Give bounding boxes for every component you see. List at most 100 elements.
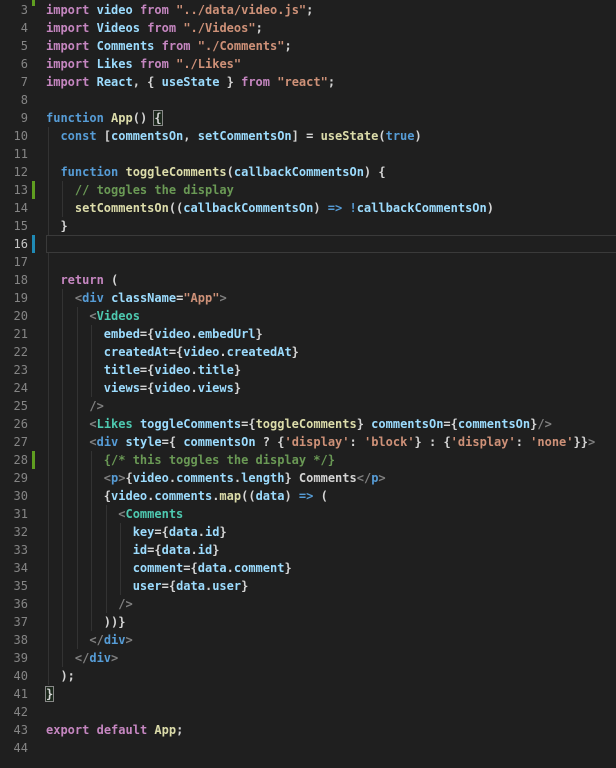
code-line[interactable]: 22 createdAt={video.createdAt} (0, 343, 616, 361)
code-token: > (111, 651, 119, 665)
line-number[interactable]: 24 (0, 379, 28, 397)
code-editor[interactable]: 3 import video from "../data/video.js"; 4 i… (0, 0, 616, 768)
code-line[interactable]: 39 </div> (0, 649, 616, 667)
code-line[interactable]: 34 comment={data.comment} (0, 559, 616, 577)
code-line[interactable]: 43 export default App; (0, 721, 616, 739)
line-number[interactable]: 16 (0, 235, 28, 253)
code-line[interactable]: 11 (0, 145, 616, 163)
line-number[interactable]: 11 (0, 145, 28, 163)
code-line[interactable]: 30 {video.comments.map((data) => ( (0, 487, 616, 505)
line-number[interactable]: 20 (0, 307, 28, 325)
code-line[interactable]: 9 function App() { (0, 109, 616, 127)
code-line[interactable]: 33 id={data.id} (0, 541, 616, 559)
code-line[interactable]: 23 title={video.title} (0, 361, 616, 379)
line-number[interactable]: 42 (0, 703, 28, 721)
line-number[interactable]: 28 (0, 451, 28, 469)
code-line[interactable]: 26 <Likes toggleComments={toggleComments… (0, 415, 616, 433)
line-number[interactable]: 25 (0, 397, 28, 415)
code-token: ; (306, 3, 314, 17)
line-number[interactable]: 36 (0, 595, 28, 613)
line-number[interactable]: 23 (0, 361, 28, 379)
line-number[interactable]: 26 (0, 415, 28, 433)
code-line[interactable]: 21 embed={video.embedUrl} (0, 325, 616, 343)
line-number[interactable]: 40 (0, 667, 28, 685)
code-token: return (60, 273, 104, 287)
code-line[interactable]: 15 } (0, 217, 616, 235)
line-number[interactable]: 4 (0, 19, 28, 37)
code-token: => (298, 489, 314, 503)
line-number[interactable]: 37 (0, 613, 28, 631)
line-number[interactable]: 31 (0, 505, 28, 523)
code-line[interactable]: 40 ); (0, 667, 616, 685)
line-number[interactable]: 44 (0, 739, 28, 757)
code-line[interactable]: 4 import Videos from "./Videos"; (0, 19, 616, 37)
line-number[interactable]: 21 (0, 325, 28, 343)
code-line-content: user={data.user} (46, 577, 249, 595)
line-number[interactable]: 6 (0, 55, 28, 73)
code-line[interactable]: 3 import video from "../data/video.js"; (0, 1, 616, 19)
line-number[interactable]: 38 (0, 631, 28, 649)
code-line[interactable]: 6 import Likes from "./Likes" (0, 55, 616, 73)
code-line[interactable]: 37 ))} (0, 613, 616, 631)
line-number[interactable]: 27 (0, 433, 28, 451)
code-line[interactable]: 38 </div> (0, 631, 616, 649)
code-line[interactable]: 17 (0, 253, 616, 271)
code-token: toggleComments (139, 417, 242, 431)
code-line[interactable]: 32 key={data.id} (0, 523, 616, 541)
code-line[interactable]: 20 <Videos (0, 307, 616, 325)
code-token: </ (356, 471, 372, 485)
code-line[interactable]: 31 <Comments (0, 505, 616, 523)
code-line[interactable]: 27 <div style={ commentsOn ? {'display':… (0, 433, 616, 451)
line-number[interactable]: 17 (0, 253, 28, 271)
code-line[interactable]: 16 (0, 235, 616, 253)
line-number[interactable]: 7 (0, 73, 28, 91)
code-line[interactable]: 35 user={data.user} (0, 577, 616, 595)
git-added-indicator (32, 451, 35, 469)
code-line[interactable]: 13 // toggles the display (0, 181, 616, 199)
line-number[interactable]: 35 (0, 577, 28, 595)
code-line[interactable]: 5 import Comments from "./Comments"; (0, 37, 616, 55)
line-number[interactable]: 19 (0, 289, 28, 307)
line-number[interactable]: 3 (0, 1, 28, 19)
line-number[interactable]: 18 (0, 271, 28, 289)
line-number[interactable]: 5 (0, 37, 28, 55)
code-line[interactable]: 8 (0, 91, 616, 109)
code-line[interactable]: 29 <p>{video.comments.length} Comments</… (0, 469, 616, 487)
code-line[interactable]: 12 function toggleComments(callbackComme… (0, 163, 616, 181)
code-token: // toggles the display (74, 183, 234, 197)
line-number[interactable]: 14 (0, 199, 28, 217)
code-line[interactable]: 24 views={video.views} (0, 379, 616, 397)
code-line[interactable]: 36 /> (0, 595, 616, 613)
line-number[interactable]: 43 (0, 721, 28, 739)
line-number[interactable]: 10 (0, 127, 28, 145)
line-number[interactable]: 41 (0, 685, 28, 703)
code-line[interactable]: 44 (0, 739, 616, 757)
line-number[interactable]: 30 (0, 487, 28, 505)
line-number[interactable]: 34 (0, 559, 28, 577)
code-line[interactable]: 25 /> (0, 397, 616, 415)
code-line[interactable]: 10 const [commentsOn, setCommentsOn] = u… (0, 127, 616, 145)
code-line[interactable]: 19 <div className="App"> (0, 289, 616, 307)
code-line[interactable]: 7 import React, { useState } from "react"… (0, 73, 616, 91)
line-number[interactable]: 32 (0, 523, 28, 541)
code-line[interactable]: 14 setCommentsOn((callbackCommentsOn) =>… (0, 199, 616, 217)
line-number[interactable]: 22 (0, 343, 28, 361)
code-line[interactable]: 28 {/* this toggles the display */} (0, 451, 616, 469)
line-number[interactable]: 8 (0, 91, 28, 109)
line-number[interactable]: 12 (0, 163, 28, 181)
line-number[interactable]: 29 (0, 469, 28, 487)
line-number[interactable]: 9 (0, 109, 28, 127)
code-line[interactable]: 42 (0, 703, 616, 721)
code-line[interactable]: 18 return ( (0, 271, 616, 289)
code-line-content: <p>{video.comments.length} Comments</p> (46, 469, 386, 487)
code-line[interactable]: 41} (0, 685, 616, 703)
code-token: user (212, 579, 242, 593)
line-number[interactable]: 13 (0, 181, 28, 199)
line-number[interactable]: 39 (0, 649, 28, 667)
code-line-content: import Likes from "./Likes" (46, 55, 241, 73)
line-number[interactable]: 33 (0, 541, 28, 559)
line-number[interactable]: 15 (0, 217, 28, 235)
